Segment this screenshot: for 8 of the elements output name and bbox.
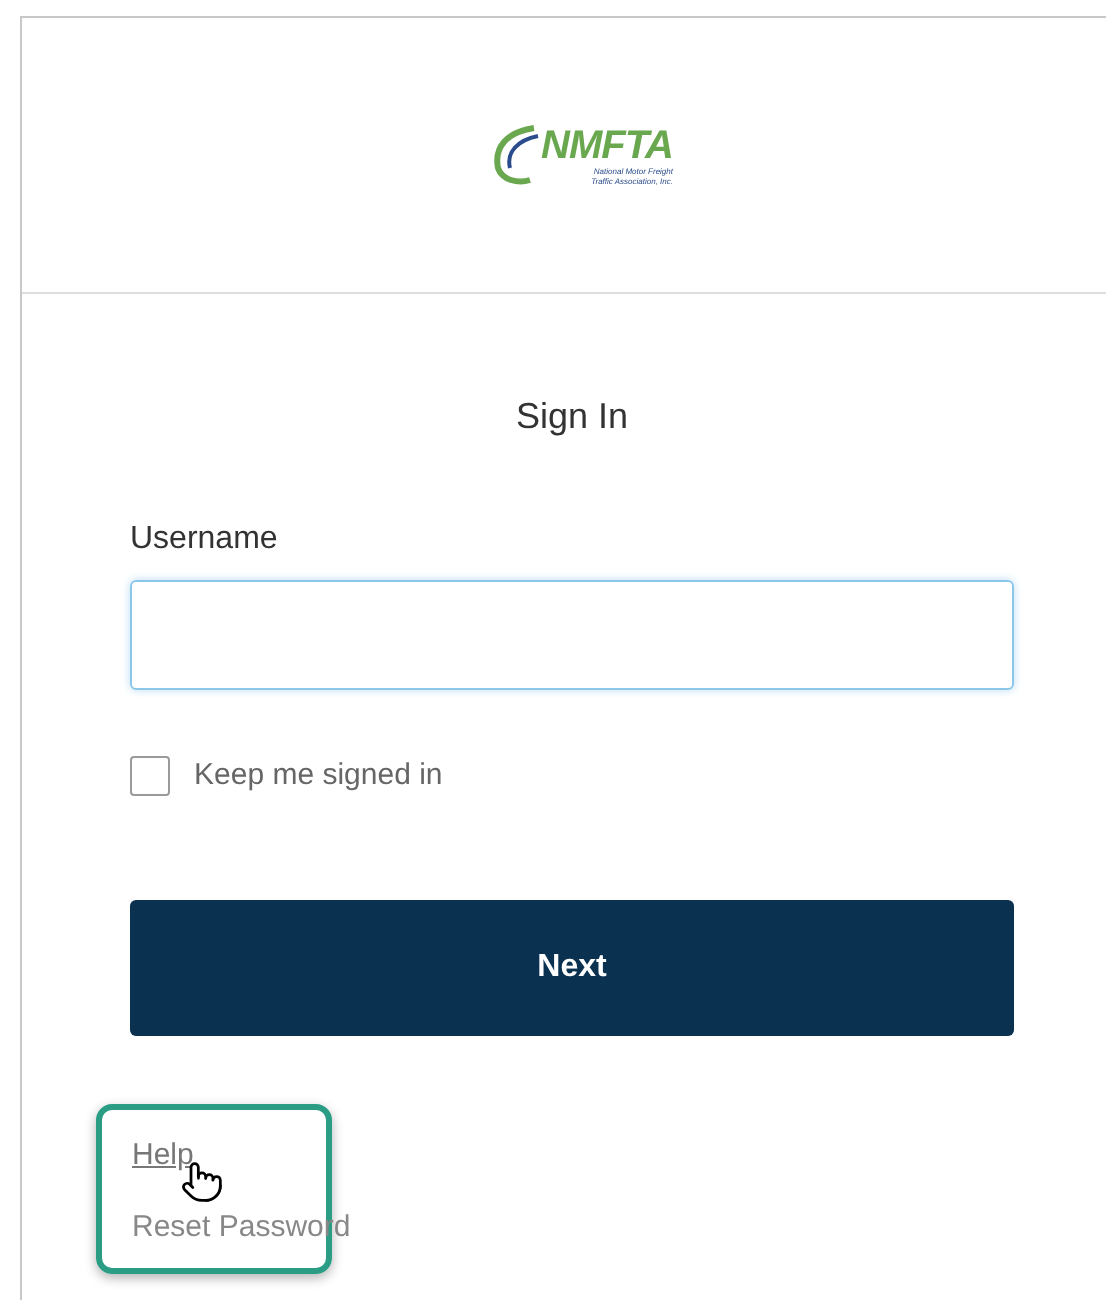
keep-signed-in-checkbox[interactable] bbox=[130, 756, 170, 797]
logo-wordmark: NMFTA bbox=[541, 125, 673, 165]
keep-signed-in-label: Keep me signed in bbox=[194, 756, 443, 796]
username-label: Username bbox=[130, 520, 280, 560]
swoosh-icon bbox=[489, 119, 541, 191]
username-field[interactable] bbox=[130, 580, 1014, 690]
sign-in-title: Sign In bbox=[515, 394, 629, 440]
next-button[interactable]: Next bbox=[130, 899, 1014, 1035]
